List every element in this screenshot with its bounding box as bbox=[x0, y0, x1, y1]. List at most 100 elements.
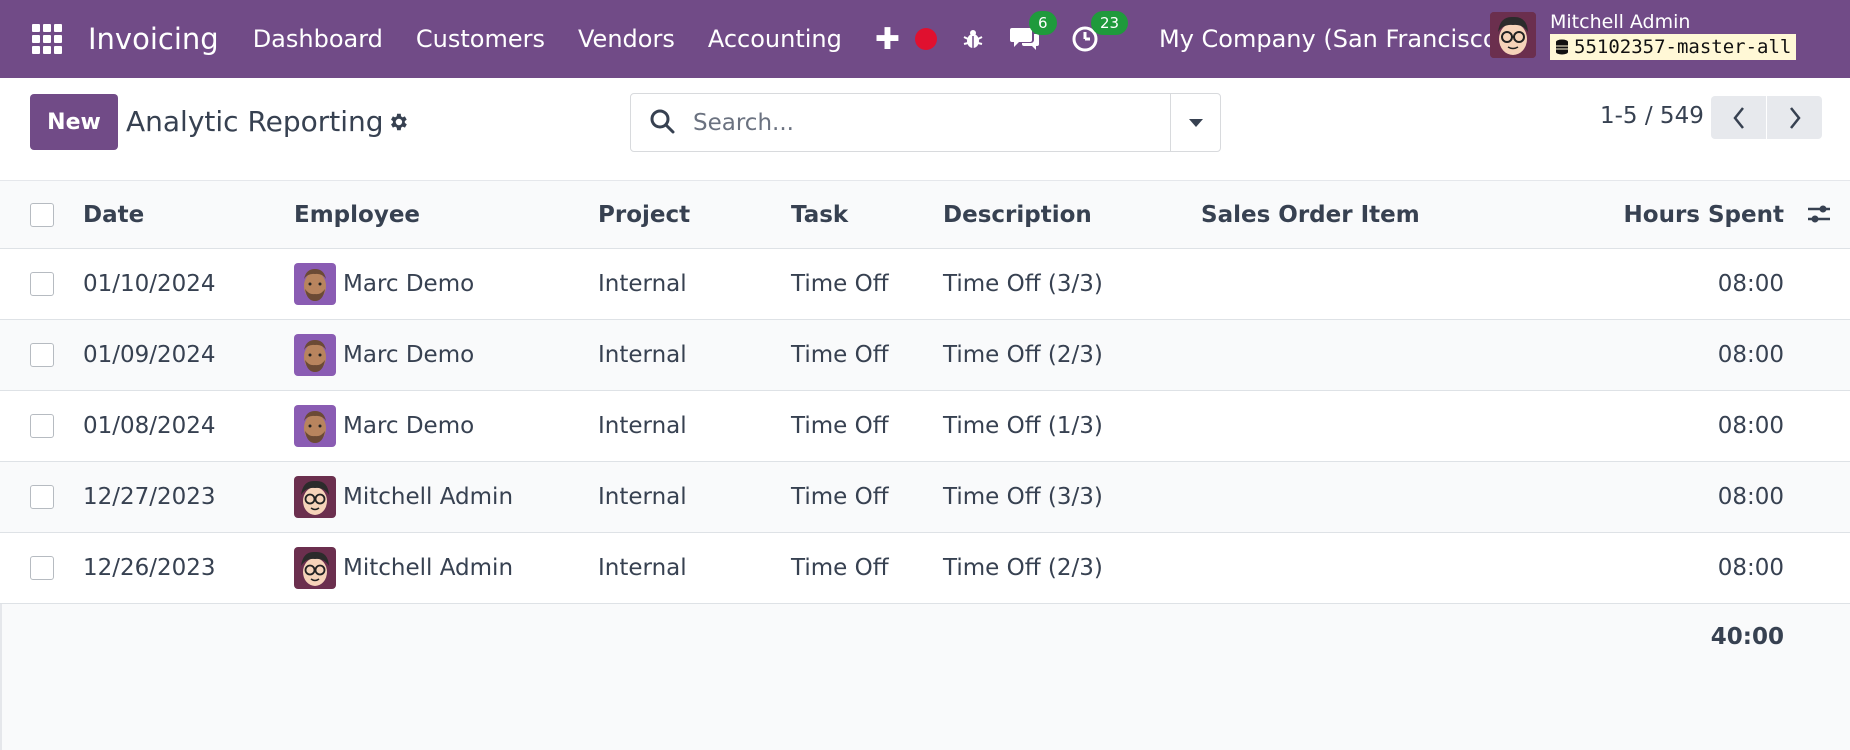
row-employee: Mitchell Admin bbox=[294, 462, 513, 532]
pager-previous-button[interactable] bbox=[1711, 96, 1766, 139]
table-row[interactable]: 01/08/2024 Marc Demo Internal Time Off T… bbox=[0, 391, 1850, 462]
row-task: Time Off bbox=[791, 555, 889, 581]
row-project: Internal bbox=[598, 271, 687, 297]
user-avatar bbox=[1490, 12, 1536, 58]
new-button[interactable]: New bbox=[30, 94, 118, 150]
activities-clock-icon[interactable]: 23 bbox=[1071, 11, 1129, 53]
messages-count-badge: 6 bbox=[1029, 11, 1057, 35]
messages-icon[interactable]: 6 bbox=[1009, 11, 1057, 53]
row-date: 12/27/2023 bbox=[83, 484, 216, 510]
user-menu[interactable]: Mitchell Admin 55102357-master-all bbox=[1490, 11, 1797, 60]
record-icon[interactable] bbox=[915, 28, 937, 50]
employee-avatar bbox=[294, 263, 336, 305]
search-input[interactable] bbox=[693, 109, 1143, 136]
top-navbar: Invoicing Dashboard Customers Vendors Ac… bbox=[0, 0, 1850, 78]
row-description: Time Off (2/3) bbox=[943, 555, 1103, 581]
employee-avatar bbox=[294, 476, 336, 518]
row-checkbox[interactable] bbox=[30, 343, 54, 367]
company-switcher[interactable]: My Company (San Francisco) bbox=[1159, 25, 1507, 53]
plus-icon[interactable]: ✚ bbox=[875, 22, 900, 57]
column-task[interactable]: Task bbox=[791, 181, 848, 248]
column-employee[interactable]: Employee bbox=[294, 181, 420, 248]
apps-menu-icon[interactable] bbox=[32, 23, 63, 55]
row-checkbox[interactable] bbox=[30, 485, 54, 509]
table-header: Date Employee Project Task Description S… bbox=[0, 181, 1850, 249]
pager-next-button[interactable] bbox=[1767, 96, 1822, 139]
app-name[interactable]: Invoicing bbox=[88, 22, 219, 56]
row-date: 12/26/2023 bbox=[83, 555, 216, 581]
employee-name: Mitchell Admin bbox=[343, 555, 514, 581]
activities-count-badge: 23 bbox=[1091, 11, 1129, 35]
row-hours-spent: 08:00 bbox=[1717, 555, 1784, 581]
database-name: 55102357-master-all bbox=[1574, 36, 1792, 58]
row-description: Time Off (2/3) bbox=[943, 342, 1103, 368]
chevron-left-icon bbox=[1732, 106, 1744, 129]
table-row[interactable]: 12/27/2023 Mitchell Admin Internal Time … bbox=[0, 462, 1850, 533]
column-hours-spent[interactable]: Hours Spent bbox=[1500, 181, 1784, 248]
employee-name: Marc Demo bbox=[343, 413, 475, 439]
row-date: 01/08/2024 bbox=[83, 413, 216, 439]
row-date: 01/10/2024 bbox=[83, 271, 216, 297]
row-employee: Mitchell Admin bbox=[294, 533, 513, 603]
gear-icon[interactable] bbox=[387, 111, 409, 137]
select-all-checkbox[interactable] bbox=[30, 202, 54, 227]
menu-dashboard[interactable]: Dashboard bbox=[253, 25, 383, 53]
user-name: Mitchell Admin bbox=[1550, 11, 1691, 33]
hours-spent-total: 40:00 bbox=[1710, 624, 1784, 650]
systray: 6 23 My Company (San Francisco) bbox=[915, 0, 1507, 78]
employee-avatar bbox=[294, 405, 336, 447]
database-badge: 55102357-master-all bbox=[1550, 34, 1797, 60]
row-hours-spent: 08:00 bbox=[1717, 271, 1784, 297]
control-panel: New Analytic Reporting 1-5 / 549 bbox=[0, 78, 1850, 181]
caret-down-icon bbox=[1188, 118, 1203, 127]
row-employee: Marc Demo bbox=[294, 391, 474, 461]
employee-avatar bbox=[294, 334, 336, 376]
row-task: Time Off bbox=[791, 271, 889, 297]
page-title: Analytic Reporting bbox=[126, 105, 384, 138]
bug-icon[interactable] bbox=[961, 27, 985, 51]
row-project: Internal bbox=[598, 413, 687, 439]
table-footer: 40:00 bbox=[0, 604, 1850, 670]
row-task: Time Off bbox=[791, 484, 889, 510]
menu-accounting[interactable]: Accounting bbox=[708, 25, 842, 53]
column-sales-order-item[interactable]: Sales Order Item bbox=[1201, 181, 1420, 248]
menu-vendors[interactable]: Vendors bbox=[578, 25, 675, 53]
column-description[interactable]: Description bbox=[943, 181, 1092, 248]
table-row[interactable]: 01/09/2024 Marc Demo Internal Time Off T… bbox=[0, 320, 1850, 391]
employee-name: Mitchell Admin bbox=[343, 484, 514, 510]
row-employee: Marc Demo bbox=[294, 320, 474, 390]
row-date: 01/09/2024 bbox=[83, 342, 216, 368]
row-project: Internal bbox=[598, 555, 687, 581]
employee-name: Marc Demo bbox=[343, 342, 475, 368]
search-icon bbox=[649, 108, 675, 138]
table-row[interactable]: 12/26/2023 Mitchell Admin Internal Time … bbox=[0, 533, 1850, 604]
row-checkbox[interactable] bbox=[30, 556, 54, 580]
row-checkbox[interactable] bbox=[30, 414, 54, 438]
row-hours-spent: 08:00 bbox=[1717, 484, 1784, 510]
row-task: Time Off bbox=[791, 342, 889, 368]
column-project[interactable]: Project bbox=[598, 181, 690, 248]
row-hours-spent: 08:00 bbox=[1717, 342, 1784, 368]
pager-value[interactable]: 1-5 / 549 bbox=[1600, 103, 1704, 129]
row-description: Time Off (3/3) bbox=[943, 271, 1103, 297]
row-hours-spent: 08:00 bbox=[1717, 413, 1784, 439]
row-checkbox[interactable] bbox=[30, 272, 54, 296]
main-menu: Dashboard Customers Vendors Accounting ✚ bbox=[253, 22, 900, 57]
chevron-right-icon bbox=[1789, 106, 1801, 129]
menu-customers[interactable]: Customers bbox=[416, 25, 545, 53]
row-description: Time Off (3/3) bbox=[943, 484, 1103, 510]
employee-name: Marc Demo bbox=[343, 271, 475, 297]
row-project: Internal bbox=[598, 484, 687, 510]
employee-avatar bbox=[294, 547, 336, 589]
analytic-lines-table: Date Employee Project Task Description S… bbox=[0, 181, 1850, 670]
column-date[interactable]: Date bbox=[83, 181, 144, 248]
row-employee: Marc Demo bbox=[294, 249, 474, 319]
database-icon bbox=[1556, 39, 1568, 55]
table-row[interactable]: 01/10/2024 Marc Demo Internal Time Off T… bbox=[0, 249, 1850, 320]
search-bar bbox=[630, 93, 1221, 152]
row-project: Internal bbox=[598, 342, 687, 368]
row-task: Time Off bbox=[791, 413, 889, 439]
search-options-toggle[interactable] bbox=[1170, 94, 1220, 151]
column-options-icon[interactable] bbox=[1806, 201, 1832, 231]
row-description: Time Off (1/3) bbox=[943, 413, 1103, 439]
